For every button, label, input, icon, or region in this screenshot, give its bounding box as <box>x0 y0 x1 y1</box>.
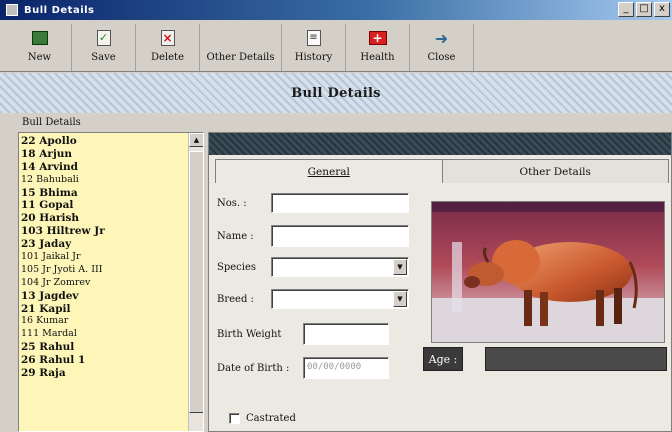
new-icon <box>31 31 48 45</box>
list-item[interactable]: 25 Rahul <box>21 341 187 354</box>
history-button[interactable]: ≡ History <box>282 24 346 71</box>
birth-weight-row: Birth Weight <box>217 323 389 345</box>
window-title: Bull Details <box>24 4 95 16</box>
birth-weight-label: Birth Weight <box>217 328 282 340</box>
bull-photo <box>431 201 665 343</box>
dob-row: Date of Birth : 00/00/0000 <box>217 357 389 379</box>
health-button[interactable]: + Health <box>346 24 410 71</box>
page-title: Bull Details <box>291 85 381 101</box>
list-item[interactable]: 111 Mardal <box>21 328 187 341</box>
list-item[interactable]: 23 Jaday <box>21 238 187 251</box>
details-panel: General Other Details Nos. : Name : Spec… <box>208 132 672 432</box>
no-row: Nos. : <box>217 193 409 213</box>
other-details-button[interactable]: Other Details <box>200 24 282 71</box>
breed-label: Breed : <box>217 293 254 305</box>
app-icon <box>6 4 18 16</box>
castrated-row: Castrated <box>229 413 296 424</box>
tab-other-details[interactable]: Other Details <box>442 159 669 183</box>
age-label: Age : <box>423 347 463 371</box>
title-bar: Bull Details _ □ x <box>0 0 672 20</box>
close-window-button[interactable]: x <box>654 2 670 17</box>
dob-input[interactable]: 00/00/0000 <box>303 357 389 379</box>
tab-strip: General Other Details <box>215 159 669 183</box>
delete-label: Delete <box>151 52 184 63</box>
window-controls: _ □ x <box>618 2 670 17</box>
scroll-thumb[interactable] <box>189 151 203 413</box>
list-scrollbar[interactable]: ▲ <box>188 133 203 431</box>
tab-general[interactable]: General <box>215 159 443 183</box>
castrated-checkbox[interactable] <box>229 413 240 424</box>
list-item[interactable]: 20 Harish <box>21 212 187 225</box>
list-item[interactable]: 103 Hiltrew Jr <box>21 225 187 238</box>
details-header <box>209 133 671 155</box>
close-icon: ➜ <box>434 28 449 48</box>
header-band: Bull Details <box>0 73 672 113</box>
health-label: Health <box>360 52 395 63</box>
list-item[interactable]: 101 Jaikal Jr <box>21 251 187 264</box>
list-item[interactable]: 104 Jr Zomrev <box>21 277 187 290</box>
minimize-button[interactable]: _ <box>618 2 634 17</box>
other-details-label: Other Details <box>206 52 275 63</box>
list-item[interactable]: 105 Jr Jyoti A. III <box>21 264 187 277</box>
list-item[interactable]: 14 Arvind <box>21 161 187 174</box>
close-label: Close <box>427 52 456 63</box>
new-label: New <box>27 52 52 63</box>
name-row: Name : <box>217 225 409 247</box>
chevron-down-icon[interactable]: ▼ <box>393 291 407 307</box>
list-item[interactable]: 13 Jagdev <box>21 290 187 303</box>
name-input[interactable] <box>271 225 409 247</box>
close-button[interactable]: ➜ Close <box>410 24 474 71</box>
maximize-button[interactable]: □ <box>636 2 652 17</box>
tab-general-label: General <box>307 165 350 178</box>
history-label: History <box>294 52 333 63</box>
bull-list-label: Bull Details <box>22 117 81 128</box>
bull-list[interactable]: 22 Apollo 18 Arjun 14 Arvind 12 Bahubali 15 … <box>18 132 204 432</box>
health-icon: + <box>368 31 387 45</box>
breed-select[interactable]: ▼ <box>271 289 409 309</box>
list-item[interactable]: 15 Bhima <box>21 187 187 200</box>
birth-weight-input[interactable] <box>303 323 389 345</box>
bull-list-items: 22 Apollo 18 Arjun 14 Arvind 12 Bahubali 15 … <box>21 135 187 380</box>
toolbar: New ✓ Save × Delete Other Details ≡ Hist… <box>0 20 672 72</box>
list-item[interactable]: 21 Kapil <box>21 303 187 316</box>
list-item[interactable]: 29 Raja <box>21 367 187 380</box>
age-value <box>485 347 667 371</box>
species-label: Species <box>217 261 257 273</box>
castrated-label: Castrated <box>246 413 296 424</box>
no-label: Nos. : <box>217 197 247 209</box>
new-button[interactable]: New <box>8 24 72 71</box>
list-item[interactable]: 12 Bahubali <box>21 174 187 187</box>
delete-icon: × <box>160 30 175 46</box>
save-icon: ✓ <box>96 30 111 46</box>
list-item[interactable]: 11 Gopal <box>21 199 187 212</box>
species-select[interactable]: ▼ <box>271 257 409 277</box>
list-item[interactable]: 22 Apollo <box>21 135 187 148</box>
name-label: Name : <box>217 230 254 242</box>
list-item[interactable]: 18 Arjun <box>21 148 187 161</box>
delete-button[interactable]: × Delete <box>136 24 200 71</box>
history-icon: ≡ <box>306 30 321 46</box>
tab-other-details-label: Other Details <box>519 165 591 178</box>
list-item[interactable]: 26 Rahul 1 <box>21 354 187 367</box>
breed-row: Breed : ▼ <box>217 289 409 309</box>
scroll-up-button[interactable]: ▲ <box>189 133 203 147</box>
save-label: Save <box>91 52 116 63</box>
list-item[interactable]: 16 Kumar <box>21 315 187 328</box>
species-row: Species ▼ <box>217 257 409 277</box>
dob-label: Date of Birth : <box>217 362 290 374</box>
chevron-down-icon[interactable]: ▼ <box>393 259 407 275</box>
no-input[interactable] <box>271 193 409 213</box>
bull-image <box>432 202 664 342</box>
save-button[interactable]: ✓ Save <box>72 24 136 71</box>
